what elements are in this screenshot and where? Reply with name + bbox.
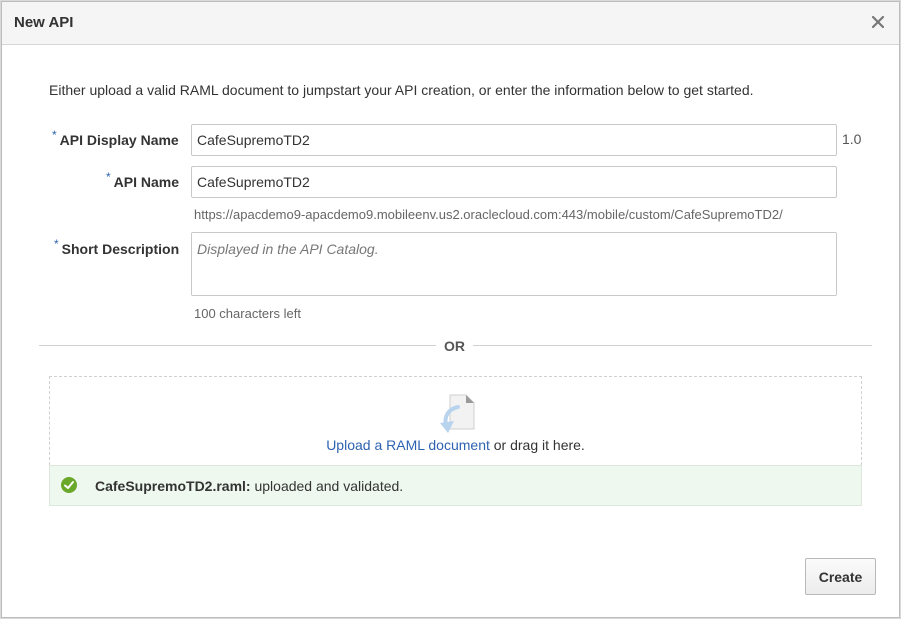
short-description-label: * Short Description — [54, 237, 180, 257]
close-icon[interactable] — [869, 13, 887, 31]
status-text: CafeSupremoTD2.raml: uploaded and valida… — [95, 478, 403, 494]
display-name-field[interactable]: CafeSupremoTD2 — [191, 124, 837, 156]
required-marker: * — [52, 128, 57, 142]
or-separator: OR — [436, 338, 473, 354]
api-name-field[interactable]: CafeSupremoTD2 — [191, 166, 837, 198]
document-upload-icon — [440, 394, 475, 433]
status-message: uploaded and validated. — [250, 478, 404, 494]
upload-status-message: CafeSupremoTD2.raml: uploaded and valida… — [49, 465, 862, 506]
dialog-title: New API — [14, 14, 74, 31]
upload-dropzone[interactable]: Upload a RAML document or drag it here. — [49, 376, 862, 465]
short-description-field[interactable]: Displayed in the API Catalog. — [191, 232, 837, 296]
api-name-label: * API Name — [106, 170, 180, 190]
required-marker: * — [106, 170, 111, 184]
upload-raml-link[interactable]: Upload a RAML document — [326, 437, 490, 453]
create-button[interactable]: Create — [805, 558, 876, 595]
upload-suffix: or drag it here. — [489, 437, 585, 453]
new-api-dialog: New API Either upload a valid RAML docum… — [1, 1, 900, 618]
chars-left-text: 100 characters left — [194, 306, 301, 321]
intro-text: Either upload a valid RAML document to j… — [49, 82, 754, 98]
display-name-label: * API Display Name — [52, 128, 179, 148]
dialog-header: New API — [2, 2, 899, 45]
version-label: 1.0 — [842, 131, 862, 147]
status-filename: CafeSupremoTD2.raml: — [95, 478, 251, 494]
upload-prompt: Upload a RAML document or drag it here. — [50, 437, 861, 453]
api-url-text: https://apacdemo9-apacdemo9.mobileenv.us… — [194, 207, 783, 222]
check-circle-icon — [61, 477, 77, 493]
required-marker: * — [54, 237, 59, 251]
